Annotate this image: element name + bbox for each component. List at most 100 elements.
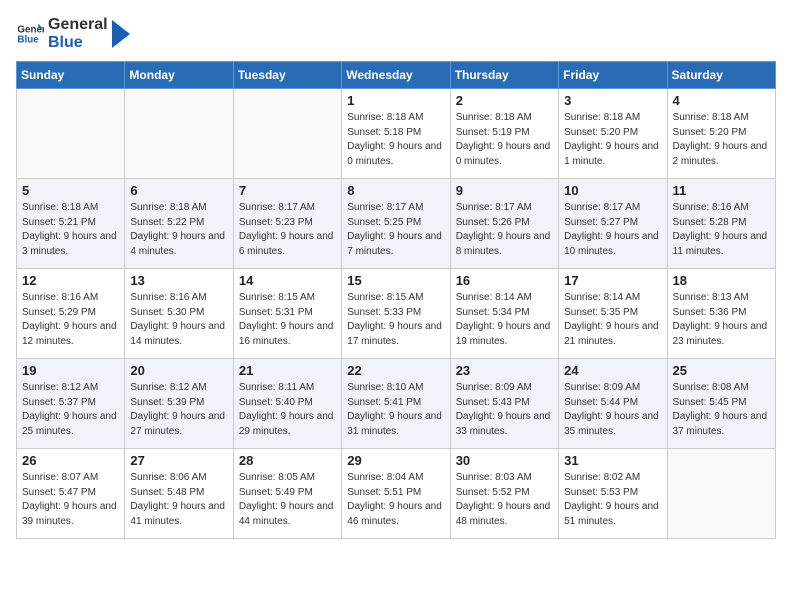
day-number: 2: [456, 93, 553, 108]
calendar-week-row: 12Sunrise: 8:16 AM Sunset: 5:29 PM Dayli…: [17, 269, 776, 359]
day-number: 3: [564, 93, 661, 108]
day-number: 7: [239, 183, 336, 198]
calendar-cell: 27 Sunrise: 8:06 AM Sunset: 5:48 PM Dayli…: [125, 449, 233, 539]
day-info: Sunrise: 8:13 AM Sunset: 5:36 PM Dayligh…: [673, 291, 770, 349]
calendar-cell: 29Sunrise: 8:04 AM Sunset: 5:51 PM Dayli…: [342, 449, 450, 539]
calendar-cell: 12Sunrise: 8:16 AM Sunset: 5:29 PM Dayli…: [17, 269, 125, 359]
day-info: Sunrise: 8:05 AM Sunset: 5:49 PM Dayligh…: [239, 471, 336, 529]
calendar-cell: 16 Sunrise: 8:14 AM Sunset: 5:34 PM Dayli…: [450, 269, 558, 359]
day-number: 5: [22, 183, 119, 198]
day-info: Sunrise: 8:14 AM Sunset: 5:34 PM Dayligh…: [456, 291, 553, 349]
calendar-cell: 8 Sunrise: 8:17 AM Sunset: 5:25 PM Daylig…: [342, 179, 450, 269]
calendar-cell: [667, 449, 775, 539]
day-info: Sunrise: 8:18 AM Sunset: 5:19 PM Dayligh…: [456, 111, 553, 169]
day-number: 30: [456, 453, 553, 468]
calendar-cell: 23 Sunrise: 8:09 AM Sunset: 5:43 PM Dayli…: [450, 359, 558, 449]
calendar-cell: 25 Sunrise: 8:08 AM Sunset: 5:45 PM Dayli…: [667, 359, 775, 449]
day-info: Sunrise: 8:18 AM Sunset: 5:18 PM Dayligh…: [347, 111, 444, 169]
calendar-cell: 5 Sunrise: 8:18 AM Sunset: 5:21 PM Daylig…: [17, 179, 125, 269]
calendar-cell: 31 Sunrise: 8:02 AM Sunset: 5:53 PM Dayli…: [559, 449, 667, 539]
calendar-cell: 2 Sunrise: 8:18 AM Sunset: 5:19 PM Daylig…: [450, 89, 558, 179]
day-info: Sunrise: 8:06 AM Sunset: 5:48 PM Dayligh…: [130, 471, 227, 529]
day-number: 11: [673, 183, 770, 198]
page-header: General Blue General Blue: [16, 16, 776, 51]
calendar-week-row: 5 Sunrise: 8:18 AM Sunset: 5:21 PM Daylig…: [17, 179, 776, 269]
weekday-header-saturday: Saturday: [667, 62, 775, 89]
calendar-cell: 22 Sunrise: 8:10 AM Sunset: 5:41 PM Dayli…: [342, 359, 450, 449]
calendar-week-row: 19 Sunrise: 8:12 AM Sunset: 5:37 PM Dayli…: [17, 359, 776, 449]
calendar-cell: 6Sunrise: 8:18 AM Sunset: 5:22 PM Daylig…: [125, 179, 233, 269]
day-number: 9: [456, 183, 553, 198]
day-info: Sunrise: 8:12 AM Sunset: 5:39 PM Dayligh…: [130, 381, 227, 439]
weekday-header-monday: Monday: [125, 62, 233, 89]
day-info: Sunrise: 8:07 AM Sunset: 5:47 PM Dayligh…: [22, 471, 119, 529]
day-number: 22: [347, 363, 444, 378]
day-info: Sunrise: 8:17 AM Sunset: 5:23 PM Dayligh…: [239, 201, 336, 259]
day-info: Sunrise: 8:18 AM Sunset: 5:20 PM Dayligh…: [673, 111, 770, 169]
day-number: 1: [347, 93, 444, 108]
calendar-cell: [233, 89, 341, 179]
day-number: 23: [456, 363, 553, 378]
weekday-header-thursday: Thursday: [450, 62, 558, 89]
day-info: Sunrise: 8:15 AM Sunset: 5:33 PM Dayligh…: [347, 291, 444, 349]
weekday-header-friday: Friday: [559, 62, 667, 89]
day-info: Sunrise: 8:16 AM Sunset: 5:28 PM Dayligh…: [673, 201, 770, 259]
day-number: 15: [347, 273, 444, 288]
day-number: 31: [564, 453, 661, 468]
day-number: 20: [130, 363, 227, 378]
day-number: 29: [347, 453, 444, 468]
day-info: Sunrise: 8:03 AM Sunset: 5:52 PM Dayligh…: [456, 471, 553, 529]
day-number: 13: [130, 273, 227, 288]
day-number: 27: [130, 453, 227, 468]
calendar-cell: 11 Sunrise: 8:16 AM Sunset: 5:28 PM Dayli…: [667, 179, 775, 269]
day-number: 8: [347, 183, 444, 198]
day-number: 25: [673, 363, 770, 378]
calendar-cell: 20 Sunrise: 8:12 AM Sunset: 5:39 PM Dayli…: [125, 359, 233, 449]
weekday-header-wednesday: Wednesday: [342, 62, 450, 89]
calendar-cell: 10Sunrise: 8:17 AM Sunset: 5:27 PM Dayli…: [559, 179, 667, 269]
day-info: Sunrise: 8:15 AM Sunset: 5:31 PM Dayligh…: [239, 291, 336, 349]
logo-blue-text: Blue: [48, 34, 108, 52]
logo: General Blue General Blue: [16, 16, 130, 51]
calendar-cell: 28 Sunrise: 8:05 AM Sunset: 5:49 PM Dayli…: [233, 449, 341, 539]
day-info: Sunrise: 8:18 AM Sunset: 5:22 PM Dayligh…: [130, 201, 227, 259]
day-info: Sunrise: 8:18 AM Sunset: 5:21 PM Dayligh…: [22, 201, 119, 259]
calendar-cell: [125, 89, 233, 179]
day-info: Sunrise: 8:10 AM Sunset: 5:41 PM Dayligh…: [347, 381, 444, 439]
day-info: Sunrise: 8:02 AM Sunset: 5:53 PM Dayligh…: [564, 471, 661, 529]
day-info: Sunrise: 8:11 AM Sunset: 5:40 PM Dayligh…: [239, 381, 336, 439]
day-number: 16: [456, 273, 553, 288]
day-info: Sunrise: 8:12 AM Sunset: 5:37 PM Dayligh…: [22, 381, 119, 439]
day-info: Sunrise: 8:17 AM Sunset: 5:27 PM Dayligh…: [564, 201, 661, 259]
calendar-week-row: 1 Sunrise: 8:18 AM Sunset: 5:18 PM Daylig…: [17, 89, 776, 179]
svg-text:Blue: Blue: [17, 34, 39, 45]
day-info: Sunrise: 8:08 AM Sunset: 5:45 PM Dayligh…: [673, 381, 770, 439]
calendar-cell: 18 Sunrise: 8:13 AM Sunset: 5:36 PM Dayli…: [667, 269, 775, 359]
calendar-cell: 30 Sunrise: 8:03 AM Sunset: 5:52 PM Dayli…: [450, 449, 558, 539]
calendar-cell: 17Sunrise: 8:14 AM Sunset: 5:35 PM Dayli…: [559, 269, 667, 359]
day-info: Sunrise: 8:17 AM Sunset: 5:26 PM Dayligh…: [456, 201, 553, 259]
day-number: 18: [673, 273, 770, 288]
calendar-week-row: 26 Sunrise: 8:07 AM Sunset: 5:47 PM Dayli…: [17, 449, 776, 539]
calendar-cell: 9 Sunrise: 8:17 AM Sunset: 5:26 PM Daylig…: [450, 179, 558, 269]
day-number: 28: [239, 453, 336, 468]
day-number: 17: [564, 273, 661, 288]
weekday-header-row: SundayMondayTuesdayWednesdayThursdayFrid…: [17, 62, 776, 89]
calendar-cell: [17, 89, 125, 179]
day-info: Sunrise: 8:16 AM Sunset: 5:29 PM Dayligh…: [22, 291, 119, 349]
logo-general-text: General: [48, 16, 108, 34]
calendar-cell: 14Sunrise: 8:15 AM Sunset: 5:31 PM Dayli…: [233, 269, 341, 359]
day-number: 24: [564, 363, 661, 378]
day-number: 4: [673, 93, 770, 108]
day-info: Sunrise: 8:17 AM Sunset: 5:25 PM Dayligh…: [347, 201, 444, 259]
calendar-cell: 13 Sunrise: 8:16 AM Sunset: 5:30 PM Dayli…: [125, 269, 233, 359]
day-info: Sunrise: 8:18 AM Sunset: 5:20 PM Dayligh…: [564, 111, 661, 169]
calendar-table: SundayMondayTuesdayWednesdayThursdayFrid…: [16, 61, 776, 539]
weekday-header-sunday: Sunday: [17, 62, 125, 89]
day-number: 19: [22, 363, 119, 378]
logo-icon: General Blue: [16, 20, 44, 48]
day-info: Sunrise: 8:16 AM Sunset: 5:30 PM Dayligh…: [130, 291, 227, 349]
day-number: 26: [22, 453, 119, 468]
calendar-cell: 1 Sunrise: 8:18 AM Sunset: 5:18 PM Daylig…: [342, 89, 450, 179]
day-info: Sunrise: 8:09 AM Sunset: 5:43 PM Dayligh…: [456, 381, 553, 439]
